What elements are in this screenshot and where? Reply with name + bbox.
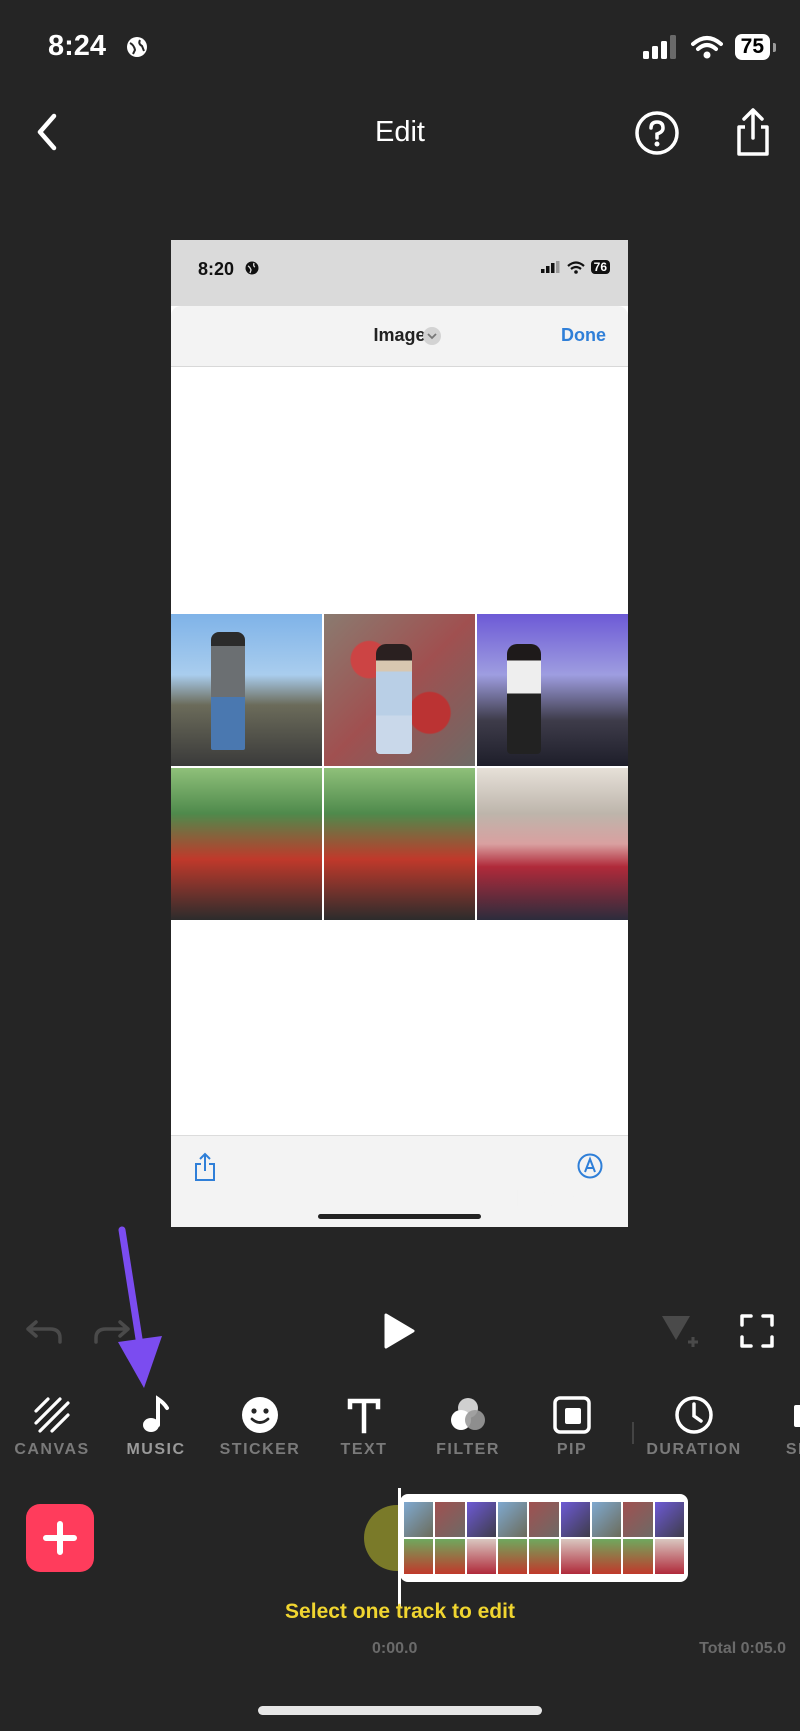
annotation-arrow [118, 1226, 162, 1388]
clock-icon [675, 1396, 713, 1434]
canvas-icon [34, 1397, 70, 1433]
status-indicators: 75 [642, 34, 777, 60]
tool-label: TEXT [340, 1441, 388, 1458]
done-button: Done [561, 325, 606, 345]
markup-icon [577, 1153, 603, 1179]
photo-collage [171, 614, 628, 920]
signal-icon [642, 35, 676, 59]
globe-icon [127, 37, 147, 57]
collage-photo [477, 614, 628, 766]
undo-icon[interactable] [24, 1316, 64, 1346]
video-track[interactable] [400, 1494, 688, 1582]
tool-label: DURATION [646, 1441, 742, 1458]
watermark: InShOt [516, 1185, 601, 1212]
status-time: 8:24 [48, 30, 107, 62]
text-icon [347, 1398, 381, 1434]
play-icon[interactable] [382, 1312, 416, 1350]
tool-label: PIP [556, 1441, 588, 1458]
select-track-hint: Select one track to edit [285, 1600, 515, 1623]
collage-photo [324, 614, 475, 766]
inner-home-indicator [318, 1214, 481, 1219]
tool-canvas[interactable]: CANVAS [0, 1377, 104, 1459]
home-indicator [258, 1706, 542, 1715]
inner-status-indicators: 76 [540, 260, 610, 274]
tool-text[interactable]: TEXT [312, 1377, 416, 1459]
filter-icon [451, 1398, 485, 1430]
fullscreen-icon[interactable] [740, 1314, 774, 1348]
collage-photo [324, 768, 475, 920]
image-sheet-title: Image [373, 325, 426, 345]
share-icon [195, 1152, 215, 1181]
track-thumbnails [404, 1502, 684, 1574]
help-icon[interactable] [634, 110, 680, 156]
tool-sticker[interactable]: STICKER [208, 1377, 312, 1459]
video-preview[interactable]: 8:20 76 Image Done InShOt [171, 240, 628, 1227]
tool-label: FILTER [436, 1441, 500, 1458]
plus-icon [43, 1521, 77, 1555]
collage-photo [477, 768, 628, 920]
inner-signal-icon [540, 261, 560, 273]
collage-photo [171, 768, 322, 920]
battery-indicator: 75 [734, 34, 777, 60]
total-duration: Total 0:05.0 [699, 1640, 786, 1657]
tool-label: SP [785, 1441, 800, 1458]
speed-icon [794, 1405, 800, 1427]
inner-status-time: 8:20 [198, 259, 235, 279]
page-title: Edit [375, 116, 425, 148]
chevron-down-icon [423, 327, 441, 345]
inner-battery-indicator: 76 [590, 260, 610, 274]
current-time: 0:00.0 [372, 1640, 418, 1657]
toolbar-divider [632, 1422, 634, 1444]
tool-speed[interactable]: SP [746, 1377, 800, 1459]
keyframe-icon[interactable] [660, 1312, 700, 1352]
tool-duration[interactable]: DURATION [642, 1377, 746, 1459]
tool-label: MUSIC [126, 1441, 186, 1458]
tool-label: CANVAS [14, 1441, 90, 1458]
tool-filter[interactable]: FILTER [416, 1377, 520, 1459]
inner-globe-icon [245, 261, 259, 275]
playhead[interactable] [398, 1488, 401, 1608]
tool-label: STICKER [219, 1441, 301, 1458]
tool-pip[interactable]: PIP [520, 1377, 624, 1459]
add-media-button[interactable] [26, 1504, 94, 1572]
sticker-icon [242, 1397, 278, 1433]
music-note-icon [143, 1395, 169, 1432]
share-icon[interactable] [732, 106, 774, 158]
inner-wifi-icon [566, 260, 585, 274]
collage-photo [171, 614, 322, 766]
wifi-icon [690, 36, 723, 59]
tool-bar: CANVAS MUSIC STICKER TEXT FILTER PIP DUR… [0, 1377, 800, 1477]
pip-icon [553, 1396, 591, 1434]
